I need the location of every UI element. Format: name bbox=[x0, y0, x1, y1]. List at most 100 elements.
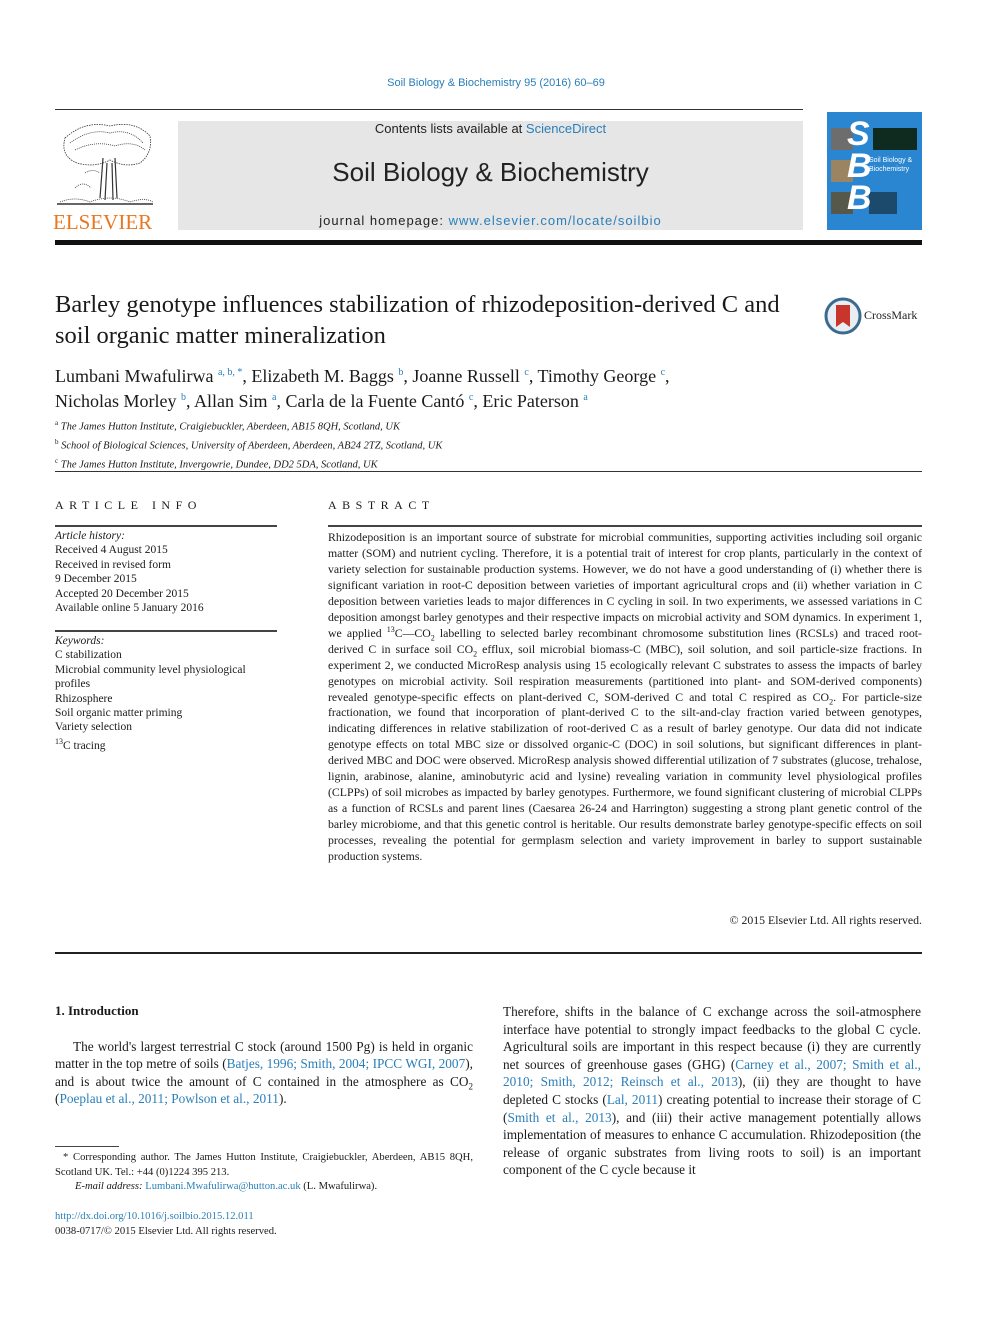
cover-title: Soil Biology & Biochemistry bbox=[869, 157, 913, 173]
abstract-rule bbox=[328, 525, 922, 527]
email-label: E-mail address: bbox=[75, 1181, 143, 1192]
citation-link[interactable]: Smith et al., 2013 bbox=[507, 1110, 611, 1125]
author-separator: , bbox=[528, 366, 538, 386]
history-item: Received in revised form bbox=[55, 558, 171, 571]
homepage-line: journal homepage: www.elsevier.com/locat… bbox=[178, 213, 803, 228]
keyword: Variety selection bbox=[55, 721, 132, 734]
abstract-copyright: © 2015 Elsevier Ltd. All rights reserved… bbox=[729, 913, 922, 927]
cover-sbb-letters: S B B bbox=[847, 115, 872, 217]
keyword-text: C tracing bbox=[63, 739, 106, 752]
header-thick-rule bbox=[55, 240, 922, 245]
footnote-text: * Corresponding author. The James Hutton… bbox=[55, 1152, 473, 1178]
journal-cover-image[interactable]: S B B Soil Biology & Biochemistry bbox=[827, 112, 922, 230]
history-label: Article history: bbox=[55, 530, 125, 542]
citation-link[interactable]: Poeplau et al., 2011; Powlson et al., 20… bbox=[59, 1091, 279, 1106]
author-name[interactable]: Joanne Russell bbox=[412, 366, 520, 386]
abstract-heading: ABSTRACT bbox=[328, 498, 435, 512]
author[interactable]: Elizabeth M. Baggs b, bbox=[251, 366, 412, 386]
abstract-end-rule bbox=[55, 952, 922, 954]
intro-right-column: Therefore, shifts in the balance of C ex… bbox=[503, 1003, 921, 1179]
contents-line: Contents lists available at ScienceDirec… bbox=[178, 121, 803, 136]
affiliations: a The James Hutton Institute, Craigiebuc… bbox=[55, 416, 815, 473]
cover-photo-5 bbox=[869, 192, 897, 214]
author-name[interactable]: Lumbani Mwafulirwa bbox=[55, 366, 213, 386]
cover-letter-b2: B bbox=[847, 179, 872, 217]
doi-link[interactable]: http://dx.doi.org/10.1016/j.soilbio.2015… bbox=[55, 1211, 254, 1222]
history-item: Accepted 20 December 2015 bbox=[55, 587, 189, 600]
article-info-heading: ARTICLE INFO bbox=[55, 498, 202, 512]
author-list: Lumbani Mwafulirwa a, b, *, Elizabeth M.… bbox=[55, 362, 815, 412]
keyword: C stabilization bbox=[55, 649, 122, 662]
keywords: Keywords: C stabilization Microbial comm… bbox=[55, 634, 277, 753]
affiliation-key: a bbox=[55, 419, 59, 427]
intro-paragraph: The world's largest terrestrial C stock … bbox=[55, 1038, 473, 1107]
author-separator: , bbox=[185, 391, 194, 411]
author[interactable]: Lumbani Mwafulirwa a, b, *, bbox=[55, 366, 251, 386]
article-info-rule bbox=[55, 525, 277, 527]
author-name[interactable]: Nicholas Morley bbox=[55, 391, 176, 411]
citation-link[interactable]: Lal, 2011 bbox=[607, 1092, 658, 1107]
journal-citation-link[interactable]: Soil Biology & Biochemistry 95 (2016) 60… bbox=[387, 77, 605, 89]
keyword: Rhizosphere bbox=[55, 692, 113, 705]
author[interactable]: Joanne Russell c, bbox=[412, 366, 537, 386]
homepage-link[interactable]: www.elsevier.com/locate/soilbio bbox=[449, 213, 662, 228]
author-name[interactable]: Timothy George bbox=[538, 366, 657, 386]
author-name[interactable]: Eric Paterson bbox=[482, 391, 578, 411]
header-rule bbox=[55, 109, 803, 110]
author-separator: , bbox=[665, 366, 670, 386]
author[interactable]: Timothy George c, bbox=[538, 366, 670, 386]
author-name[interactable]: Allan Sim bbox=[194, 391, 268, 411]
email-suffix: (L. Mwafulirwa). bbox=[300, 1181, 378, 1192]
doi-line[interactable]: http://dx.doi.org/10.1016/j.soilbio.2015… bbox=[55, 1211, 254, 1222]
introduction-heading: 1. Introduction bbox=[55, 1003, 139, 1018]
crossmark-icon bbox=[824, 297, 862, 335]
abstract-seg: . For particle-size fractionation, we fo… bbox=[328, 689, 922, 864]
keyword: 13C tracing bbox=[55, 735, 277, 753]
corresponding-author-footnote: * Corresponding author. The James Hutton… bbox=[55, 1151, 473, 1195]
keywords-label: Keywords: bbox=[55, 635, 105, 647]
author[interactable]: Eric Paterson a bbox=[482, 391, 587, 411]
author[interactable]: Carla de la Fuente Cantó c, bbox=[285, 391, 482, 411]
history-item: 9 December 2015 bbox=[55, 573, 137, 586]
keywords-rule bbox=[55, 630, 277, 632]
sciencedirect-link[interactable]: ScienceDirect bbox=[526, 121, 606, 136]
abstract-seg: C—CO bbox=[394, 625, 431, 640]
affiliation-text: School of Biological Sciences, Universit… bbox=[61, 440, 443, 452]
keyword-sup: 13 bbox=[55, 736, 63, 746]
author[interactable]: Allan Sim a, bbox=[194, 391, 285, 411]
article-history: Article history: Received 4 August 2015 … bbox=[55, 529, 277, 615]
intro-paragraph: Therefore, shifts in the balance of C ex… bbox=[503, 1003, 921, 1179]
email-line: E-mail address: Lumbani.Mwafulirwa@hutto… bbox=[55, 1180, 473, 1195]
author[interactable]: Nicholas Morley b, bbox=[55, 391, 194, 411]
affiliation: a The James Hutton Institute, Craigiebuc… bbox=[55, 416, 815, 435]
keyword: Microbial community level physiological … bbox=[55, 663, 246, 691]
cover-letter-b1: B bbox=[847, 147, 872, 185]
footnote-rule bbox=[55, 1146, 119, 1147]
affiliation-key: b bbox=[55, 438, 59, 446]
affiliation-text: The James Hutton Institute, Invergowrie,… bbox=[60, 459, 378, 471]
journal-title: Soil Biology & Biochemistry bbox=[332, 157, 649, 187]
cover-letter-s: S bbox=[847, 115, 870, 153]
abstract-text: Rhizodeposition is an important source o… bbox=[328, 530, 922, 865]
author-affil-marker[interactable]: a bbox=[583, 392, 587, 403]
journal-masthead: Contents lists available at ScienceDirec… bbox=[178, 121, 803, 230]
author-name[interactable]: Carla de la Fuente Cantó bbox=[285, 391, 464, 411]
affiliation-text: The James Hutton Institute, Craigiebuckl… bbox=[60, 421, 400, 433]
affiliation: b School of Biological Sciences, Univers… bbox=[55, 435, 815, 454]
elsevier-wordmark: ELSEVIER bbox=[53, 210, 153, 234]
keyword: Soil organic matter priming bbox=[55, 707, 183, 720]
isotope-sup: 13 bbox=[386, 624, 395, 634]
author-affil-marker[interactable]: a, b, * bbox=[218, 367, 242, 378]
intro-left-column: The world's largest terrestrial C stock … bbox=[55, 1038, 473, 1107]
email-link[interactable]: Lumbani.Mwafulirwa@hutton.ac.uk bbox=[145, 1181, 300, 1192]
history-item: Received 4 August 2015 bbox=[55, 544, 168, 557]
citation-link[interactable]: Batjes, 1996; Smith, 2004; IPCC WGI, 200… bbox=[227, 1056, 466, 1071]
running-head[interactable]: Soil Biology & Biochemistry 95 (2016) 60… bbox=[0, 77, 992, 89]
contents-prefix: Contents lists available at bbox=[374, 121, 526, 136]
article-title: Barley genotype influences stabilization… bbox=[55, 291, 780, 349]
homepage-prefix: journal homepage: bbox=[319, 213, 449, 228]
crossmark-badge[interactable]: CrossMark bbox=[824, 296, 924, 336]
author-name[interactable]: Elizabeth M. Baggs bbox=[251, 366, 393, 386]
affiliation-rule bbox=[55, 471, 922, 472]
abstract-seg: Rhizodeposition is an important source o… bbox=[328, 530, 922, 640]
